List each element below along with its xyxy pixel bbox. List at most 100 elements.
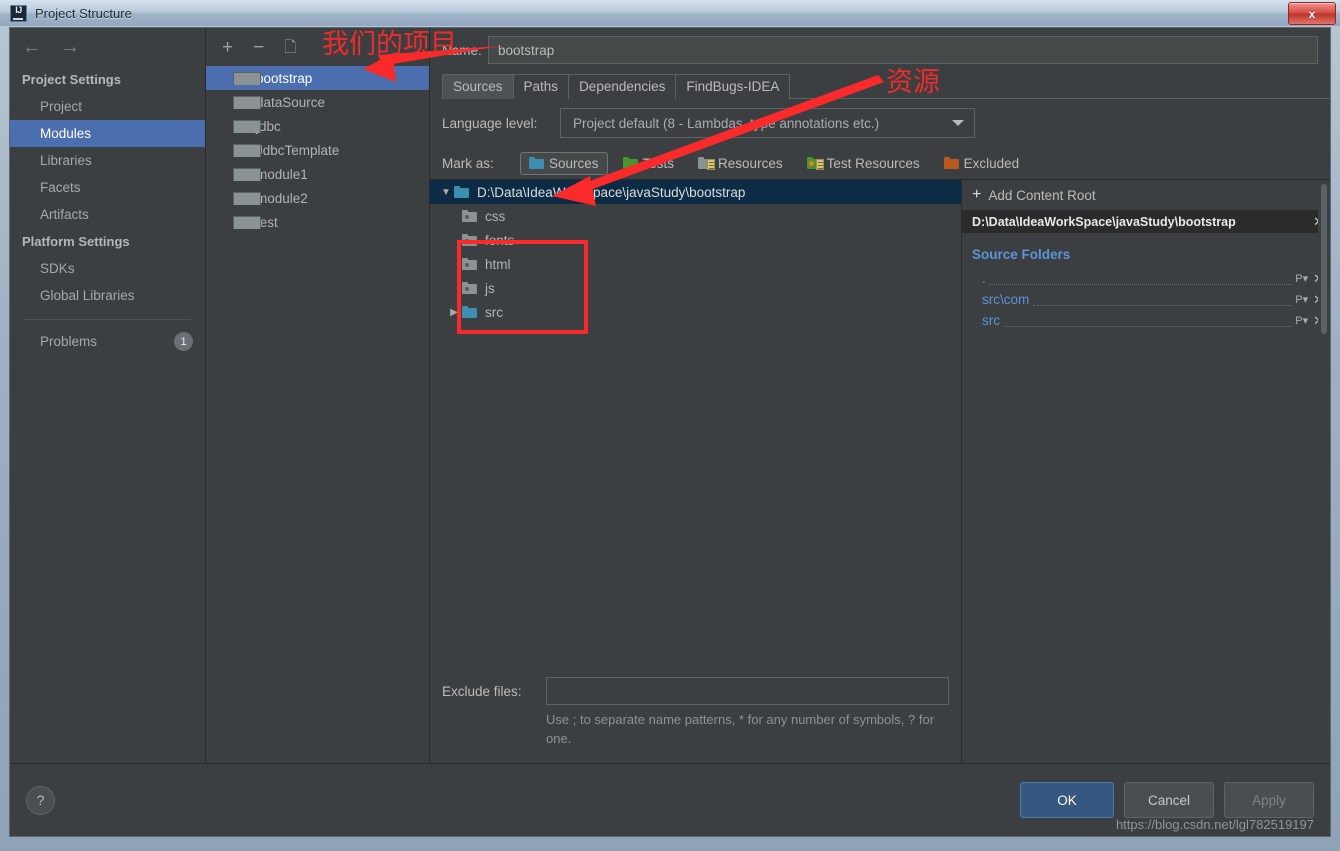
exclude-files-row: Exclude files: — [430, 665, 961, 706]
ok-button[interactable]: OK — [1020, 782, 1114, 818]
content-tree: ▼ D:\Data\IdeaWorkSpace\javaStudy\bootst… — [430, 180, 961, 665]
close-icon[interactable]: x — [1288, 2, 1336, 25]
source-folder-row[interactable]: src\com P▾ ✕ — [962, 289, 1330, 310]
apply-button: Apply — [1224, 782, 1314, 818]
sidebar-item-problems[interactable]: Problems 1 — [10, 326, 205, 357]
remove-module-icon[interactable]: − — [253, 38, 264, 57]
green-orange-resource-folder-icon — [806, 157, 824, 170]
module-list-panel: + − 🗋 bootstrap dataSource jdbc JdbcTemp… — [206, 28, 430, 763]
tree-row-js[interactable]: js — [430, 276, 961, 300]
mark-as-sources-label: Sources — [549, 155, 599, 171]
scrollbar-thumb[interactable] — [1321, 184, 1327, 334]
watermark-text: https://blog.csdn.net/lgl782519197 — [1115, 817, 1314, 832]
package-prefix-icon[interactable]: P▾ — [1295, 314, 1308, 327]
sidebar-item-libraries[interactable]: Libraries — [10, 147, 205, 174]
blue-folder-icon — [454, 186, 469, 198]
plus-icon: + — [972, 186, 982, 203]
module-name-input[interactable]: bootstrap — [488, 36, 1318, 64]
chevron-right-icon[interactable]: ▶ — [446, 307, 462, 318]
language-level-row: Language level: Project default (8 - Lam… — [430, 99, 1330, 147]
details-scrollbar[interactable] — [1318, 180, 1330, 763]
tree-row-content-root[interactable]: ▼ D:\Data\IdeaWorkSpace\javaStudy\bootst… — [430, 180, 961, 204]
mark-as-label: Mark as: — [442, 155, 494, 171]
tree-row-label: fonts — [485, 232, 515, 248]
tree-row-css[interactable]: css — [430, 204, 961, 228]
module-item-module2[interactable]: module2 — [206, 186, 429, 210]
green-folder-icon — [622, 157, 638, 169]
source-folder-row[interactable]: src P▾ ✕ — [962, 310, 1330, 331]
mark-as-test-resources-button[interactable]: Test Resources — [798, 152, 929, 175]
plain-folder-icon — [462, 258, 477, 270]
module-folder-icon — [233, 119, 261, 133]
module-folder-icon — [233, 191, 261, 205]
sidebar-item-project[interactable]: Project — [10, 93, 205, 120]
arrow-right-icon[interactable]: → — [60, 37, 80, 57]
language-level-select[interactable]: Project default (8 - Lambdas, type annot… — [560, 108, 975, 138]
mark-as-tests-label: Tests — [642, 155, 675, 171]
sidebar-item-modules[interactable]: Modules — [10, 120, 205, 147]
package-prefix-icon[interactable]: P▾ — [1295, 293, 1308, 306]
dotted-leader — [989, 272, 1292, 285]
module-tab-bar: Sources Paths Dependencies FindBugs-IDEA — [442, 72, 1330, 99]
tab-dependencies[interactable]: Dependencies — [568, 74, 677, 99]
source-folder-name: . — [982, 271, 986, 286]
sidebar-divider — [24, 319, 191, 320]
module-item-bootstrap[interactable]: bootstrap — [206, 66, 429, 90]
window-title: Project Structure — [35, 5, 132, 21]
tab-sources[interactable]: Sources — [442, 74, 514, 99]
tree-row-src[interactable]: ▶ src — [430, 300, 961, 324]
add-content-root-button[interactable]: + Add Content Root — [962, 180, 1330, 210]
title-bar: Project Structure x — [0, 0, 1340, 26]
chevron-down-icon[interactable]: ▼ — [438, 187, 454, 198]
package-prefix-icon[interactable]: P▾ — [1295, 272, 1308, 285]
module-name-row: Name: bootstrap — [430, 28, 1330, 72]
source-folder-name: src\com — [982, 292, 1030, 307]
exclude-files-section: Exclude files: Use ; to separate name pa… — [430, 665, 961, 763]
mark-as-sources-button[interactable]: Sources — [520, 151, 608, 175]
module-item-jdbctemplate[interactable]: JdbcTemplate — [206, 138, 429, 162]
tab-paths[interactable]: Paths — [512, 74, 570, 99]
language-level-label: Language level: — [442, 115, 538, 131]
mark-as-tests-button[interactable]: Tests — [614, 152, 684, 175]
tree-row-label: D:\Data\IdeaWorkSpace\javaStudy\bootstra… — [477, 184, 746, 200]
dotted-leader — [1033, 293, 1292, 306]
chevron-down-icon — [952, 120, 964, 126]
mark-as-row: Mark as: Sources Tests Resources Test Re… — [430, 147, 1330, 179]
module-folder-icon — [233, 95, 261, 109]
content-root-header: D:\Data\IdeaWorkSpace\javaStudy\bootstra… — [962, 210, 1330, 233]
cancel-button[interactable]: Cancel — [1124, 782, 1214, 818]
tree-row-fonts[interactable]: fonts — [430, 228, 961, 252]
sidebar-group-project-settings: Project Settings — [22, 72, 121, 87]
module-item-jdbc[interactable]: jdbc — [206, 114, 429, 138]
module-folder-icon — [233, 71, 261, 85]
sidebar-item-artifacts[interactable]: Artifacts — [10, 201, 205, 228]
module-item-test[interactable]: test — [206, 210, 429, 234]
copy-module-icon[interactable]: 🗋 — [284, 40, 296, 55]
arrow-left-icon[interactable]: ← — [22, 37, 42, 57]
dialog-footer: ? OK Cancel Apply https://blog.csdn.net/… — [10, 764, 1330, 836]
tree-row-label: js — [485, 280, 495, 296]
add-content-root-label: Add Content Root — [988, 187, 1096, 203]
mark-as-resources-button[interactable]: Resources — [689, 152, 792, 175]
sidebar-item-global-libraries[interactable]: Global Libraries — [10, 282, 205, 309]
module-item-label: module1 — [256, 166, 308, 182]
sidebar-item-facets[interactable]: Facets — [10, 174, 205, 201]
orange-folder-icon — [943, 157, 959, 169]
tree-row-html[interactable]: html — [430, 252, 961, 276]
add-module-icon[interactable]: + — [222, 38, 233, 57]
problems-count-badge: 1 — [174, 332, 193, 351]
sidebar-group-platform-settings: Platform Settings — [22, 234, 130, 249]
mark-as-excluded-button[interactable]: Excluded — [935, 152, 1029, 175]
module-item-datasource[interactable]: dataSource — [206, 90, 429, 114]
sidebar-item-sdks[interactable]: SDKs — [10, 255, 205, 282]
mark-as-test-resources-label: Test Resources — [826, 155, 920, 171]
language-level-value: Project default (8 - Lambdas, type annot… — [573, 115, 880, 131]
exclude-files-input[interactable] — [546, 677, 949, 706]
source-folder-row[interactable]: . P▾ ✕ — [962, 268, 1330, 289]
mark-as-resources-label: Resources — [718, 155, 783, 171]
module-item-module1[interactable]: module1 — [206, 162, 429, 186]
exclude-files-label: Exclude files: — [442, 683, 522, 699]
help-button[interactable]: ? — [26, 785, 55, 815]
tab-findbugs-idea[interactable]: FindBugs-IDEA — [675, 74, 791, 99]
plain-folder-icon — [462, 234, 477, 246]
